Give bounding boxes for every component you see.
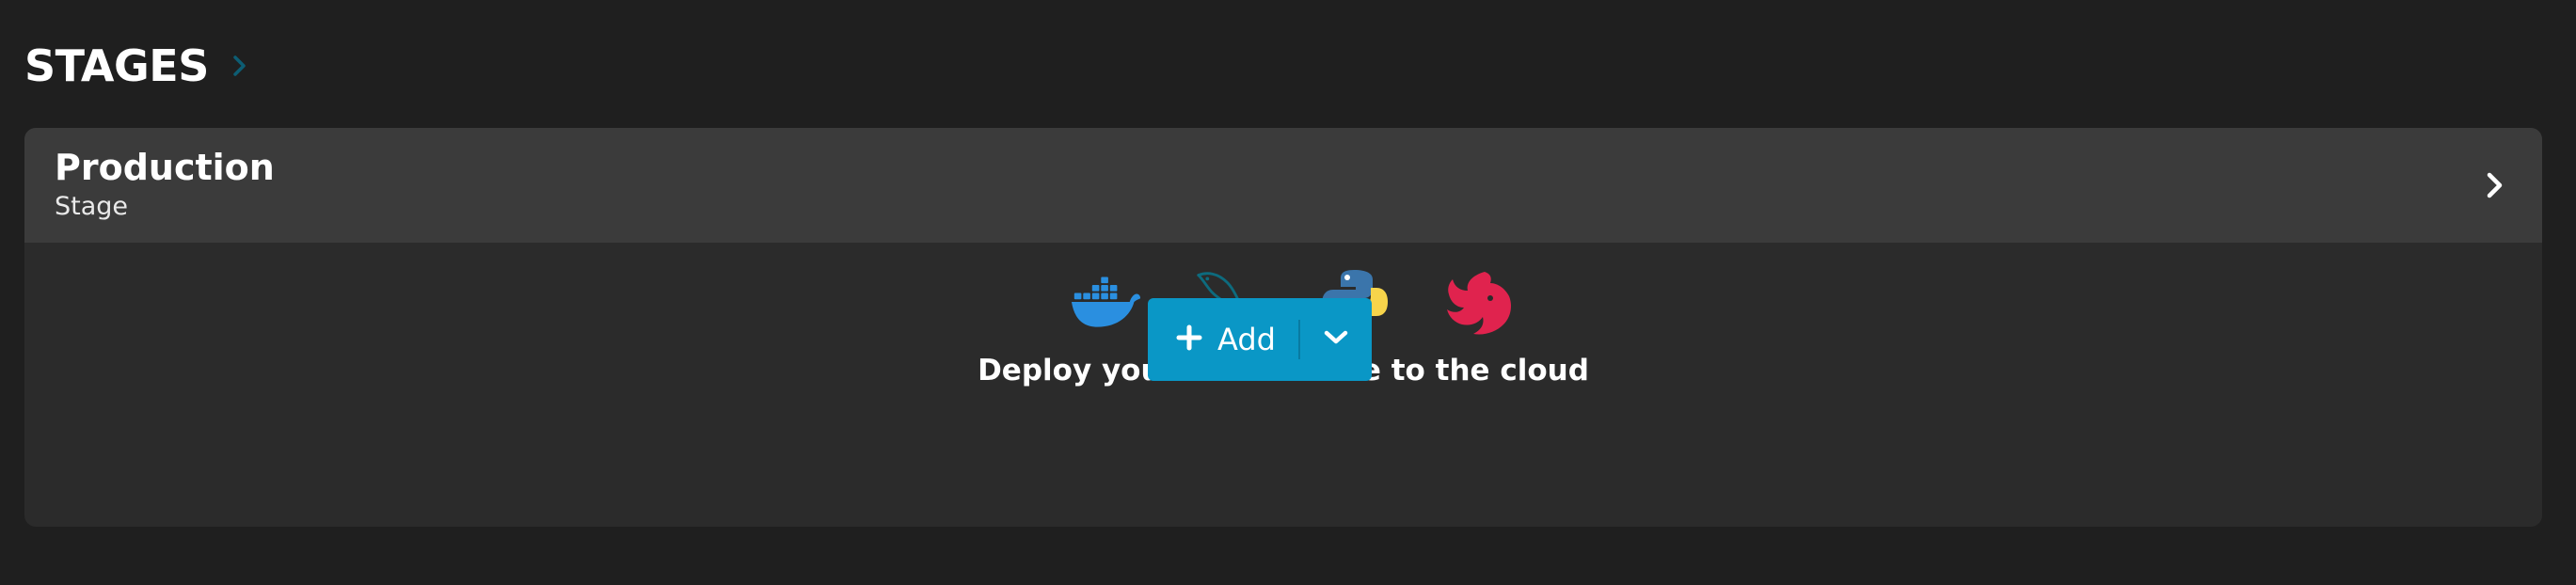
chevron-down-icon xyxy=(1323,329,1349,350)
docker-icon xyxy=(1071,267,1142,339)
stage-header[interactable]: Production Stage xyxy=(24,128,2542,243)
chevron-right-icon[interactable] xyxy=(2476,166,2514,204)
empty-state: Deploy your first service to the cloud xyxy=(24,243,2542,527)
stages-page: STAGES Production Stage Deploy your to t… xyxy=(0,0,2576,585)
plus-icon xyxy=(1176,324,1202,355)
add-button[interactable]: Add xyxy=(1148,298,1298,381)
add-service-split-button: Add xyxy=(1148,298,1372,381)
add-button-label: Add xyxy=(1217,322,1276,357)
add-options-dropdown[interactable] xyxy=(1300,298,1372,381)
stage-type-label: Stage xyxy=(55,192,129,221)
nestjs-icon xyxy=(1443,267,1515,339)
section-header: STAGES xyxy=(24,32,250,100)
chevron-right-icon[interactable] xyxy=(230,55,250,76)
section-title: STAGES xyxy=(24,40,209,91)
stage-name: Production xyxy=(55,147,275,188)
